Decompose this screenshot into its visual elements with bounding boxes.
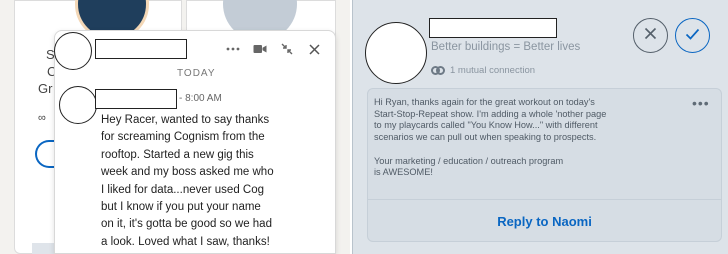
sender-name-redacted[interactable] [95,89,177,109]
message-line: for screaming Cognism from the [101,131,265,144]
more-icon[interactable] [225,41,241,57]
note-line: to my playcards called "You Know How..."… [374,120,598,131]
message-line: rooftop. Started a new gig this [101,148,254,161]
chat-window: TODAY - 8:00 AM Hey Racer, wanted to say… [54,30,336,254]
chat-avatar[interactable] [54,32,92,70]
requester-headline: Better buildings = Better lives [431,41,581,53]
message-timestamp: - 8:00 AM [179,93,222,104]
requester-name-redacted[interactable] [429,18,557,38]
invitation-note: Hi Ryan, thanks again for the great work… [367,88,722,242]
background-text: ∞ [38,112,46,124]
message-line: week and my boss asked me who [101,166,274,179]
checkmark-icon [685,27,700,45]
message-line: I liked for data...never used Cog [101,183,265,196]
note-line: is AWESOME! [374,167,433,178]
date-divider: TODAY [177,68,216,79]
video-icon[interactable] [252,41,268,57]
accept-button[interactable] [675,18,710,53]
collapse-icon[interactable] [279,41,295,57]
close-icon [644,27,657,45]
requester-avatar[interactable] [365,22,427,84]
note-more-options-icon[interactable]: ••• [692,95,710,111]
sender-avatar[interactable] [59,86,97,124]
close-icon[interactable] [306,41,322,57]
note-spacer [374,144,694,156]
message-line: a look. Loved what I saw, thanks! [101,235,270,248]
message-line: but I know if you put your name [101,201,261,214]
note-line: Hi Ryan, thanks again for the great work… [374,97,595,107]
message-line: Hey Racer, wanted to say thanks [101,114,270,126]
note-text: Hi Ryan, thanks again for the great work… [374,97,694,179]
background-text: Gr [38,81,53,96]
chat-contact-name-redacted[interactable] [95,39,187,59]
messaging-screen: S C Gr ∞ TODAY - 8:00 AM Hey Racer, want… [0,0,350,254]
invitation-card: Better buildings = Better lives 1 mutual… [352,0,728,254]
note-line: Your marketing / education / outreach pr… [374,155,564,166]
ignore-button[interactable] [633,18,668,53]
message-line: on it, it's gotta be good so we had [101,218,272,231]
mutual-connections[interactable]: 1 mutual connection [431,65,535,76]
reply-button[interactable]: Reply to Naomi [368,200,721,242]
note-line: Start-Stop-Repeat show. I'm adding a who… [374,108,607,119]
mutual-connections-label: 1 mutual connection [450,65,536,76]
note-line: scenarios we can pull out when speaking … [374,132,597,143]
mutual-connections-icon [431,66,445,75]
chat-header-actions [225,41,322,57]
message-body: Hey Racer, wanted to say thanks for scre… [101,112,331,251]
